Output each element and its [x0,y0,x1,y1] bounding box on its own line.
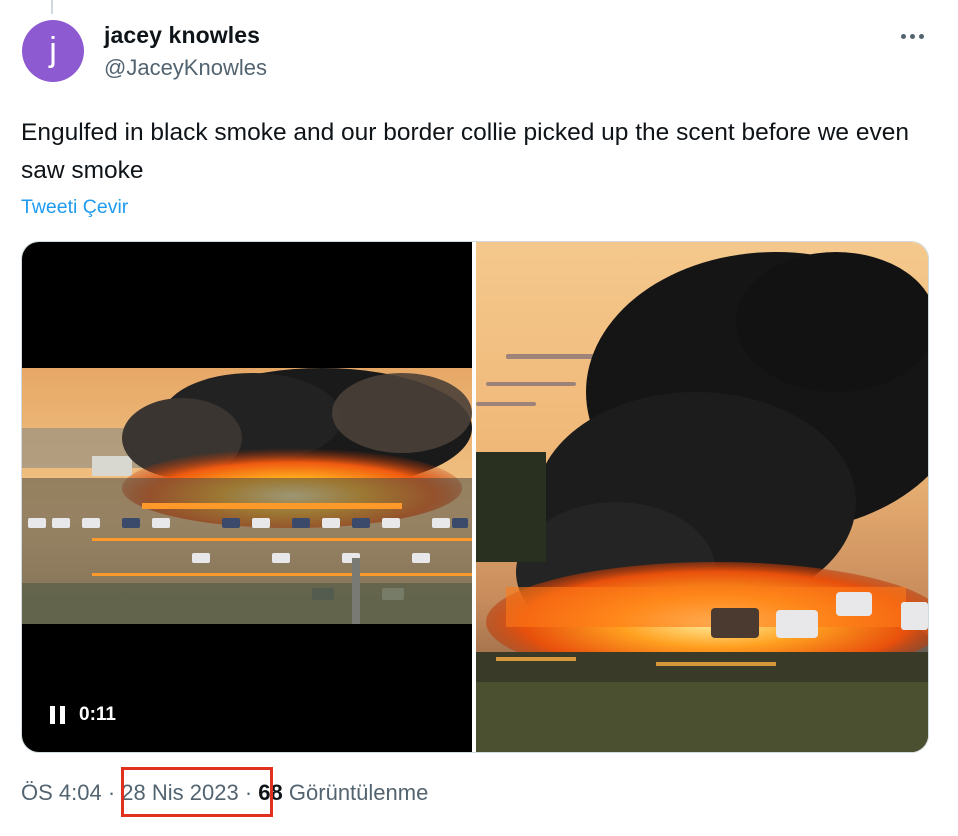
avatar[interactable]: j [22,20,84,82]
thread-connector-line [51,0,53,14]
translate-tweet-link[interactable]: Tweeti Çevir [21,196,128,219]
date-highlight-box [121,767,273,817]
views-label: Görüntülenme [288,780,429,806]
video-player[interactable]: 0:11 [22,242,472,752]
author-name[interactable]: jacey knowles [104,22,260,49]
photo-fire-smoke[interactable] [476,242,928,752]
media-grid: 0:11 [21,241,929,753]
avatar-letter: j [49,31,57,69]
video-frame-fire-scene [22,368,472,624]
more-options-button[interactable] [892,18,932,54]
tweet-text: Engulfed in black smoke and our border c… [21,119,909,184]
meta-separator: · [107,780,116,806]
author-handle[interactable]: @JaceyKnowles [104,55,267,81]
tweet-time[interactable]: ÖS 4:04 [21,780,102,805]
video-timer: 0:11 [79,704,116,725]
pause-icon[interactable] [50,706,66,724]
